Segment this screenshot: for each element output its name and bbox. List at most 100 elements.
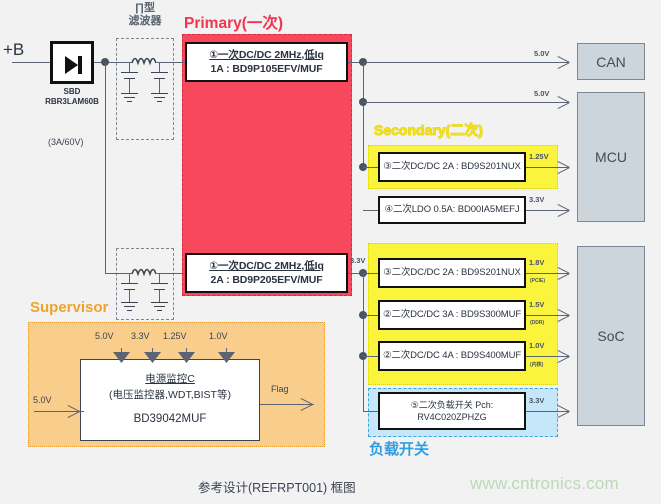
arrow-5v-to-mcu: [558, 95, 570, 109]
secondary-ic-1[interactable]: ③二次DC/DC 2A : BD9S201NUX: [378, 152, 526, 182]
diode-part-number: RBR3LAM60B: [45, 97, 99, 106]
filter1-cap2-gnd-lead: [159, 79, 160, 93]
primary-ic-2-line2: 2A : BD9P205EFV/MUF: [210, 274, 323, 286]
pi-filter-title: ∏型 滤波器: [110, 2, 180, 27]
destination-soc-label: SoC: [597, 328, 625, 344]
wire-3v3-bus-down: [363, 273, 364, 411]
pi-filter-title-line1: ∏型: [134, 2, 156, 14]
filter2-cap1-lead: [129, 273, 130, 283]
zone-title-primary: Primary(一次): [184, 15, 284, 32]
destination-mcu[interactable]: MCU: [577, 92, 645, 222]
filter2-inductor: [131, 268, 157, 277]
supply-label: +B: [3, 40, 25, 59]
arrow-1v25-to-mcu: [558, 160, 570, 174]
filter1-wire-right: [157, 62, 185, 63]
arrow-down-supervisor-rail-0: [113, 352, 130, 363]
diagram-canvas: Primary(一次) Secondary(二次) Supervisor 负载开…: [0, 0, 661, 504]
wire-supply-to-diode: [12, 62, 50, 63]
filter2-cap1-gnd-lead: [129, 290, 130, 302]
watermark: www.cntronics.com: [470, 474, 619, 493]
secondary-ic-3[interactable]: ③二次DC/DC 2A : BD9S201NUX: [378, 258, 526, 288]
destination-can-label: CAN: [596, 53, 626, 70]
footer-caption: 参考设计(REFRPT001) 框图: [198, 481, 356, 495]
wire-5v-to-can: [363, 62, 569, 63]
arrow-5v-to-can: [558, 55, 570, 69]
destination-soc[interactable]: SoC: [577, 246, 645, 426]
rail-sublabel-1v0: (内核): [530, 362, 544, 368]
arrow-supervisor-input: [68, 404, 80, 418]
supervisor-rail-label-0: 5.0V: [95, 331, 114, 341]
secondary-ic-5-label: ②二次DC/DC 4A : BD9S400MUF: [382, 349, 522, 361]
secondary-ic-1-label: ③二次DC/DC 2A : BD9S201NUX: [383, 160, 521, 172]
load-switch-ic-line2: RV4C020ZPHZG: [417, 412, 487, 422]
arrow-1v0-to-soc: [558, 349, 570, 363]
supervisor-ic[interactable]: 电源监控C (电压监控器,WDT,BIST等) BD39042MUF: [80, 359, 260, 441]
rail-sublabel-1v5: (DDR): [530, 320, 545, 326]
filter1-gnd1-icon: [121, 93, 138, 102]
arrow-3v3-to-soc: [558, 404, 570, 418]
secondary-ic-4-label: ②二次DC/DC 3A : BD9S300MUF: [382, 308, 522, 320]
filter1-cap1: [121, 72, 138, 79]
pi-filter-title-line2: 滤波器: [128, 14, 162, 27]
secondary-ic-3-label: ③二次DC/DC 2A : BD9S201NUX: [383, 266, 521, 278]
zone-title-secondary: Secondary(二次): [374, 122, 483, 138]
arrow-down-supervisor-rail-3: [218, 352, 235, 363]
filter1-gnd2-icon: [151, 93, 168, 102]
arrow-supervisor-flag: [301, 397, 313, 411]
rail-label-3v3-mcu: 3.3V: [529, 195, 545, 204]
primary-ic-2[interactable]: ①一次DC/DC 2MHz,低Iq 2A : BD9P205EFV/MUF: [185, 253, 348, 293]
supervisor-ic-line2: (电压监控器,WDT,BIST等): [109, 388, 231, 401]
primary-ic-1[interactable]: ①一次DC/DC 2MHz,低Iq 1A : BD9P105EFV/MUF: [185, 42, 348, 82]
rail-label-3v3-soc: 3.3V: [529, 396, 545, 405]
rail-label-1v5: 1.5V: [529, 300, 545, 309]
wire-5v-bus-down: [363, 62, 364, 170]
filter1-cap1-lead: [129, 62, 130, 72]
rail-sublabel-1v8: (PCIE): [530, 278, 545, 284]
load-switch-ic-line1: ⑤二次负载开关 Pch:: [410, 399, 494, 410]
supervisor-rail-label-1: 3.3V: [131, 331, 150, 341]
zone-title-supervisor: Supervisor: [30, 299, 109, 316]
wire-node-down: [105, 62, 106, 273]
primary-ic-1-line2: 1A : BD9P105EFV/MUF: [210, 63, 323, 75]
filter2-cap2-lead: [159, 273, 160, 283]
filter1-cap1-gnd-lead: [129, 79, 130, 93]
filter1-inductor: [131, 57, 157, 66]
destination-can[interactable]: CAN: [577, 43, 645, 80]
filter2-gnd1-icon: [121, 302, 138, 311]
supervisor-ic-part: BD39042MUF: [133, 412, 207, 425]
rail-label-5v-can: 5.0V: [534, 49, 550, 58]
rail-label-1v8: 1.8V: [529, 258, 545, 267]
filter2-gnd2-icon: [151, 302, 168, 311]
secondary-ic-5[interactable]: ②二次DC/DC 4A : BD9S400MUF: [378, 341, 526, 371]
supervisor-ic-line1: 电源监控C: [145, 373, 195, 386]
rail-label-1v0: 1.0V: [529, 341, 545, 350]
arrow-down-supervisor-rail-2: [178, 352, 195, 363]
rail-label-5v-mcu: 5.0V: [534, 89, 550, 98]
rail-label-1v25: 1.25V: [529, 152, 549, 161]
supervisor-input-voltage: 5.0V: [33, 395, 52, 405]
filter2-cap2-gnd-lead: [159, 290, 160, 302]
zone-title-load-switch: 负载开关: [369, 441, 430, 458]
arrow-3v3-to-mcu: [558, 203, 570, 217]
supervisor-flag-label: Flag: [271, 384, 289, 394]
filter1-cap2-lead: [159, 62, 160, 72]
arrow-1v5-to-soc: [558, 308, 570, 322]
arrow-down-supervisor-rail-1: [144, 352, 161, 363]
rail-label-3v3-bus: 3.3V: [350, 256, 366, 265]
supervisor-rail-label-3: 1.0V: [209, 331, 228, 341]
filter1-cap2: [151, 72, 168, 79]
secondary-ic-2[interactable]: ④二次LDO 0.5A: BD00IA5MEFJ: [378, 196, 526, 224]
filter2-cap2: [151, 283, 168, 290]
primary-ic-2-line1: ①一次DC/DC 2MHz,低Iq: [209, 259, 324, 272]
primary-ic-1-line1: ①一次DC/DC 2MHz,低Iq: [209, 48, 324, 61]
sbd-diode-symbol: [50, 41, 94, 84]
diode-rating: (3A/60V): [48, 137, 84, 147]
diode-name: SBD: [63, 87, 81, 96]
arrow-1v8-to-soc: [558, 266, 570, 280]
secondary-ic-2-label: ④二次LDO 0.5A: BD00IA5MEFJ: [384, 203, 520, 215]
wire-5v-to-mcu: [363, 102, 569, 103]
secondary-ic-4[interactable]: ②二次DC/DC 3A : BD9S300MUF: [378, 300, 526, 330]
filter2-cap1: [121, 283, 138, 290]
load-switch-ic[interactable]: ⑤二次负载开关 Pch: RV4C020ZPHZG: [378, 392, 526, 430]
supervisor-rail-label-2: 1.25V: [163, 331, 187, 341]
